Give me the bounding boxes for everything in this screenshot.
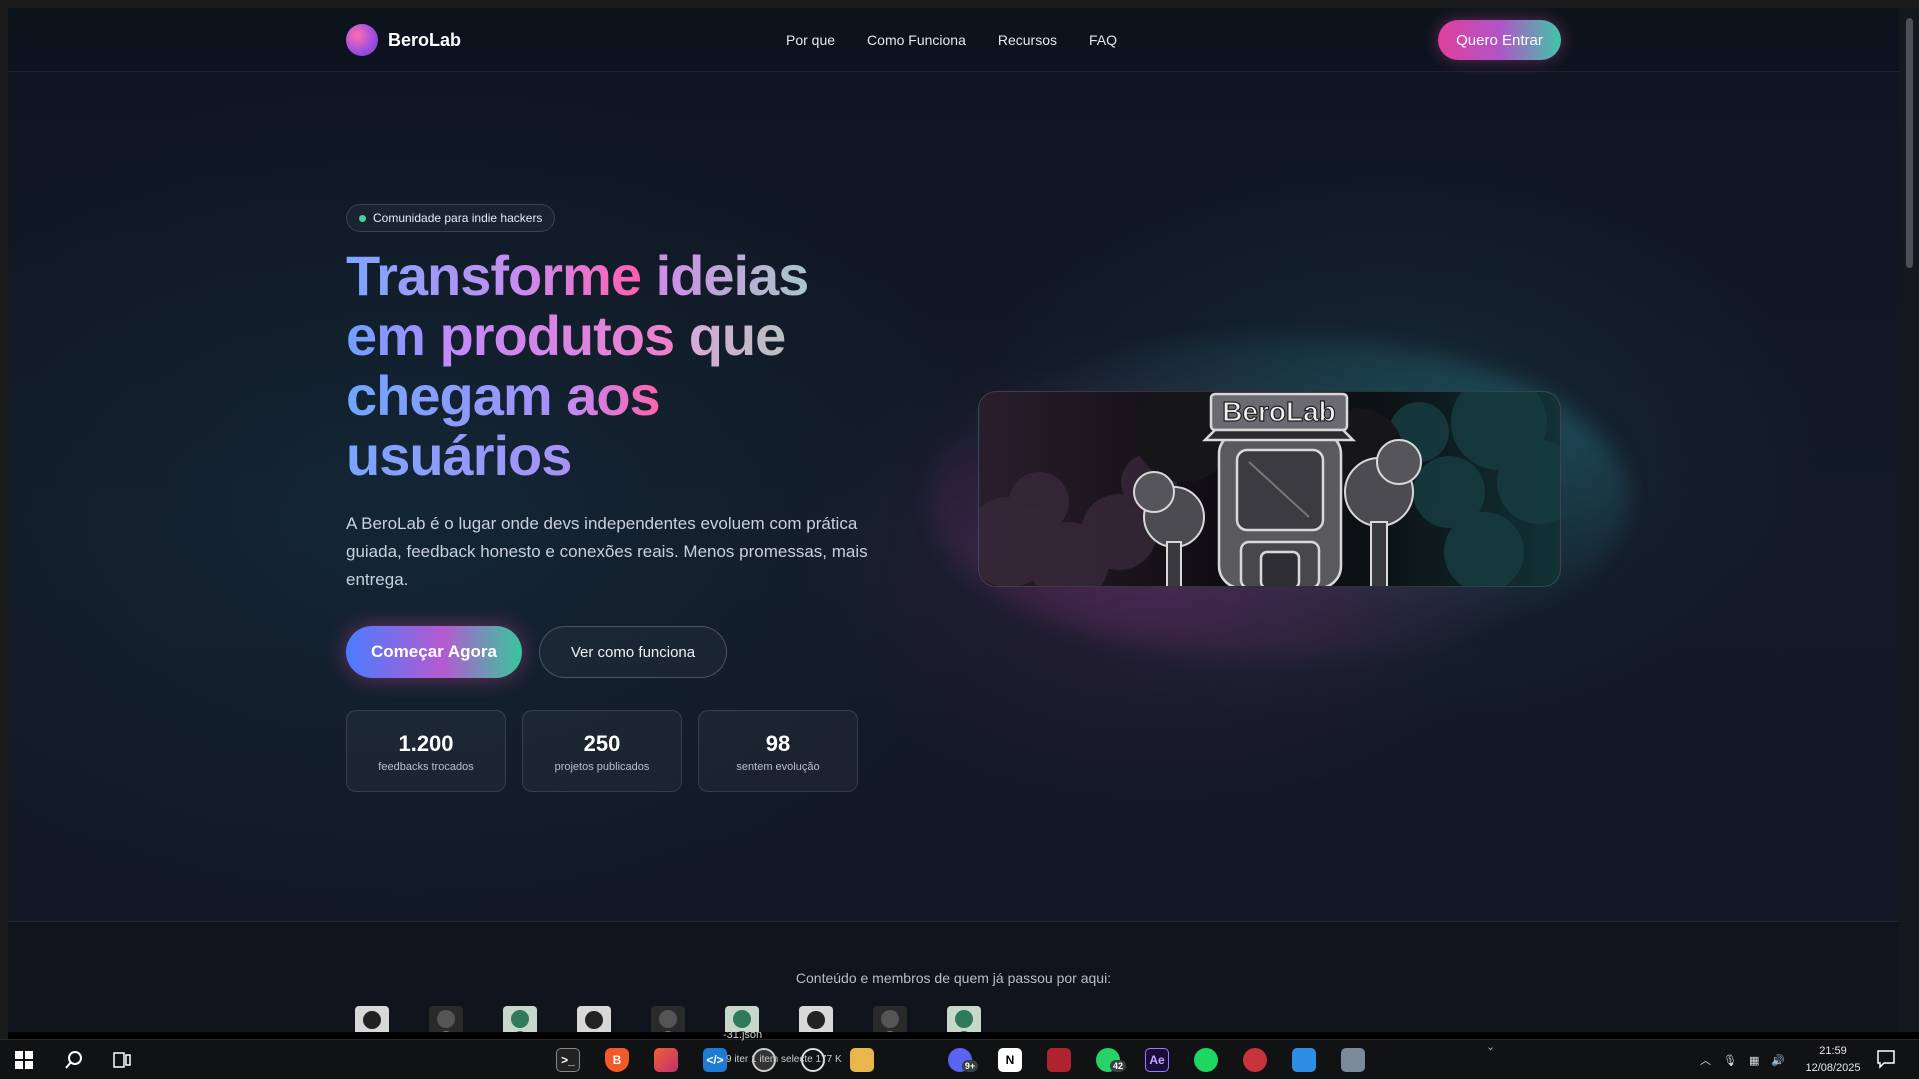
status-dot-icon	[359, 215, 366, 222]
notion-icon[interactable]: N	[998, 1048, 1022, 1072]
taskbar-search-button[interactable]	[52, 1040, 96, 1079]
whatsapp-icon[interactable]: 42	[1096, 1048, 1126, 1072]
stat-card-evolucao: 98 sentem evolução	[698, 710, 858, 792]
clock-date: 12/08/2025	[1805, 1062, 1861, 1074]
start-button[interactable]	[0, 1040, 48, 1079]
notification-badge: 9+	[962, 1060, 978, 1072]
discord-icon[interactable]: 9+	[948, 1048, 978, 1072]
headline-word: ideias	[655, 244, 810, 307]
avatar	[503, 1006, 537, 1032]
avatar	[429, 1006, 463, 1032]
hero-headline: Transforme ideias em produtos que chegam…	[346, 246, 906, 486]
headline-word: Transforme	[346, 244, 642, 307]
microphone-icon[interactable]: 🎙	[1723, 1054, 1737, 1067]
window-frame-top	[0, 0, 1919, 8]
clock-time: 21:59	[1819, 1045, 1847, 1057]
game-app-icon[interactable]	[1047, 1048, 1071, 1072]
headline-word: aos	[566, 364, 660, 427]
terminal-icon[interactable]: >_	[556, 1048, 580, 1072]
ver-como-funciona-button[interactable]: Ver como funciona	[539, 626, 727, 678]
nav-link-recursos[interactable]: Recursos	[998, 32, 1057, 48]
avatar	[799, 1006, 833, 1032]
microsoft-store-icon[interactable]	[1292, 1048, 1316, 1072]
logo-mark-icon	[346, 24, 378, 56]
nav-links: Por que Como Funciona Recursos FAQ	[786, 32, 1117, 48]
after-effects-icon[interactable]: Ae	[1145, 1048, 1169, 1072]
logo-text: BeroLab	[388, 29, 462, 50]
chevron-down-icon[interactable]: ⌄	[1486, 1040, 1495, 1053]
badge-label: Comunidade para indie hackers	[373, 211, 543, 225]
community-badge: Comunidade para indie hackers	[346, 204, 556, 232]
taskbar-clock[interactable]: 21:59 12/08/2025	[1798, 1043, 1868, 1077]
avatar	[577, 1006, 611, 1032]
app-red-icon[interactable]	[1243, 1048, 1267, 1072]
comecar-agora-button[interactable]: Começar Agora	[346, 626, 522, 678]
utility-app-icon[interactable]	[1341, 1048, 1365, 1072]
stat-label: sentem evolução	[736, 761, 820, 773]
explorer-preview-strip: 9 iter 1 item selecte 177 K	[726, 1054, 842, 1065]
app-cube-icon[interactable]	[654, 1048, 678, 1072]
stat-label: projetos publicados	[554, 761, 650, 773]
nav-link-por-que[interactable]: Por que	[786, 32, 835, 48]
avatar-row	[355, 1006, 981, 1032]
robot-illustration: BeroLab	[979, 392, 1560, 586]
scrollbar-thumb[interactable]	[1906, 18, 1913, 268]
stat-value: 98	[765, 731, 791, 756]
notification-badge: 42	[1110, 1060, 1126, 1072]
stat-card-feedbacks: 1.200 feedbacks trocados	[346, 710, 506, 792]
task-view-button[interactable]	[100, 1040, 144, 1079]
hero-description: A BeroLab é o lugar onde devs independen…	[346, 514, 868, 589]
windows-taskbar: -31.json >_ B </> 9 iter 1 item selecte …	[0, 1029, 1919, 1079]
avatar	[947, 1006, 981, 1032]
headline-word: em	[346, 304, 426, 367]
headline-word: chegam	[346, 364, 553, 427]
headline-word: usuários	[346, 424, 572, 487]
system-tray: ︿ 🎙 ▦ 🔊	[1700, 1040, 1785, 1079]
avatar	[873, 1006, 907, 1032]
network-icon[interactable]: ▦	[1749, 1054, 1759, 1067]
quero-entrar-button[interactable]: Quero Entrar	[1438, 20, 1561, 60]
nav-link-como-funciona[interactable]: Como Funciona	[867, 32, 966, 48]
windows-logo-icon	[15, 1051, 33, 1069]
headline-word: que	[688, 304, 787, 367]
spotify-icon[interactable]	[1194, 1048, 1218, 1072]
task-view-icon	[113, 1052, 131, 1068]
tray-overflow-icon[interactable]: ︿	[1700, 1052, 1711, 1068]
volume-icon[interactable]: 🔊	[1771, 1054, 1785, 1067]
nav-link-faq[interactable]: FAQ	[1089, 32, 1117, 48]
brave-browser-icon[interactable]: B	[605, 1048, 629, 1072]
stat-card-projetos: 250 projetos publicados	[522, 710, 682, 792]
browser-viewport: BeroLab Por que Como Funciona Recursos F…	[8, 8, 1899, 1032]
avatar	[651, 1006, 685, 1032]
page-scrollbar[interactable]	[1899, 8, 1919, 1032]
members-section: Conteúdo e membros de quem já passou por…	[8, 922, 1899, 1032]
stat-value: 250	[583, 731, 621, 756]
search-icon	[65, 1051, 82, 1069]
headline-word: produtos	[439, 304, 676, 367]
hero-illustration: BeroLab	[978, 391, 1561, 587]
file-explorer-icon[interactable]	[850, 1048, 874, 1072]
logo[interactable]: BeroLab	[346, 24, 461, 56]
taskbar-tooltip: -31.json	[723, 1029, 763, 1041]
window-frame-left	[0, 0, 8, 1079]
avatar	[355, 1006, 389, 1032]
stat-value: 1.200	[398, 731, 454, 756]
top-navigation: BeroLab Por que Como Funciona Recursos F…	[8, 8, 1899, 72]
notification-center-button[interactable]	[1876, 1049, 1896, 1069]
members-title: Conteúdo e membros de quem já passou por…	[795, 970, 1112, 986]
vscode-icon[interactable]: </>	[703, 1048, 727, 1072]
notification-icon	[1877, 1050, 1895, 1069]
sign-text: BeroLab	[1222, 396, 1336, 427]
stat-label: feedbacks trocados	[378, 761, 474, 773]
